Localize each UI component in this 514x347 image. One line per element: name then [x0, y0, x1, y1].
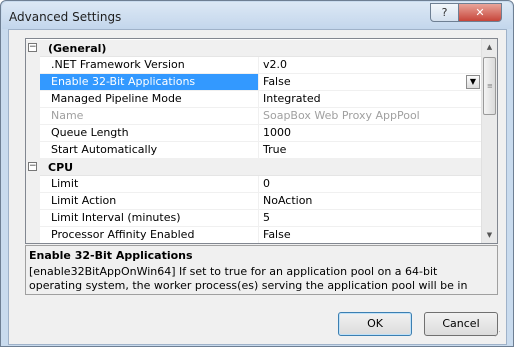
property-row[interactable]: Queue Length 1000 — [26, 125, 481, 142]
property-value[interactable]: True — [259, 142, 481, 159]
property-value[interactable]: Integrated — [259, 91, 481, 108]
property-name: Name — [40, 108, 259, 125]
row-gutter: − — [26, 40, 40, 57]
property-name: .NET Framework Version — [40, 57, 259, 74]
row-gutter: − — [26, 159, 40, 176]
collapse-icon[interactable]: − — [28, 43, 37, 52]
row-gutter — [26, 74, 40, 91]
close-button[interactable]: ✕ — [458, 3, 502, 22]
category-label: CPU — [48, 161, 74, 174]
row-gutter — [26, 227, 40, 243]
row-gutter — [26, 142, 40, 159]
chevron-down-icon[interactable]: ▼ — [466, 75, 480, 89]
property-value[interactable]: NoAction — [259, 193, 481, 210]
category-row[interactable]: − CPU — [26, 159, 481, 176]
property-value[interactable]: 1000 — [259, 125, 481, 142]
collapse-icon[interactable]: − — [28, 162, 37, 171]
property-row[interactable]: Limit Action NoAction — [26, 193, 481, 210]
property-name: Processor Affinity Enabled — [40, 227, 259, 243]
description-title: Enable 32-Bit Applications — [29, 249, 193, 262]
ok-button[interactable]: OK — [338, 312, 412, 336]
property-value[interactable]: 5 — [259, 210, 481, 227]
property-row[interactable]: Name SoapBox Web Proxy AppPool — [26, 108, 481, 125]
property-name: Queue Length — [40, 125, 259, 142]
property-name: Limit Interval (minutes) — [40, 210, 259, 227]
resize-grip-icon[interactable]: ⋰ — [494, 331, 501, 338]
grip-icon: ≡ — [487, 82, 493, 90]
row-gutter — [26, 176, 40, 193]
window-title: Advanced Settings — [9, 10, 122, 24]
category-header: (General) — [40, 40, 481, 57]
property-row[interactable]: Processor Affinity Enabled False — [26, 227, 481, 243]
row-gutter — [26, 193, 40, 210]
category-row[interactable]: − (General) — [26, 40, 481, 57]
help-button[interactable]: ? — [430, 3, 459, 22]
property-value[interactable]: False — [259, 74, 481, 91]
property-row[interactable]: Limit 0 — [26, 176, 481, 193]
scroll-down-icon[interactable]: ▼ — [482, 227, 497, 243]
property-row[interactable]: Start Automatically True — [26, 142, 481, 159]
description-text: [enable32BitAppOnWin64] If set to true f… — [29, 265, 468, 294]
property-name: Limit — [40, 176, 259, 193]
row-gutter — [26, 57, 40, 74]
property-name: Start Automatically — [40, 142, 259, 159]
property-row[interactable]: Enable 32-Bit Applications False ▼ — [26, 74, 481, 91]
row-gutter — [26, 91, 40, 108]
property-name: Limit Action — [40, 193, 259, 210]
property-value[interactable]: False — [259, 227, 481, 243]
property-row[interactable]: Managed Pipeline Mode Integrated — [26, 91, 481, 108]
property-row[interactable]: Limit Interval (minutes) 5 — [26, 210, 481, 227]
title-bar[interactable]: Advanced Settings ? ✕ — [2, 2, 512, 29]
property-value[interactable]: v2.0 — [259, 57, 481, 74]
category-header: CPU — [40, 159, 481, 176]
scrollbar-thumb[interactable]: ≡ — [483, 57, 496, 115]
description-panel: Enable 32-Bit Applications [enable32BitA… — [25, 245, 498, 295]
cancel-button[interactable]: Cancel — [424, 312, 498, 336]
property-value[interactable]: 0 — [259, 176, 481, 193]
category-label: (General) — [48, 42, 107, 55]
property-value: SoapBox Web Proxy AppPool — [259, 108, 481, 125]
property-grid: − (General) .NET Framework Version v2.0 Enab… — [25, 38, 498, 244]
property-name: Enable 32-Bit Applications — [40, 74, 259, 91]
grid-scrollbar[interactable]: ▲ ≡ ▼ — [481, 39, 497, 243]
row-gutter — [26, 108, 40, 125]
row-gutter — [26, 125, 40, 142]
scroll-up-icon[interactable]: ▲ — [482, 39, 497, 55]
property-name: Managed Pipeline Mode — [40, 91, 259, 108]
row-gutter — [26, 210, 40, 227]
property-row[interactable]: .NET Framework Version v2.0 — [26, 57, 481, 74]
